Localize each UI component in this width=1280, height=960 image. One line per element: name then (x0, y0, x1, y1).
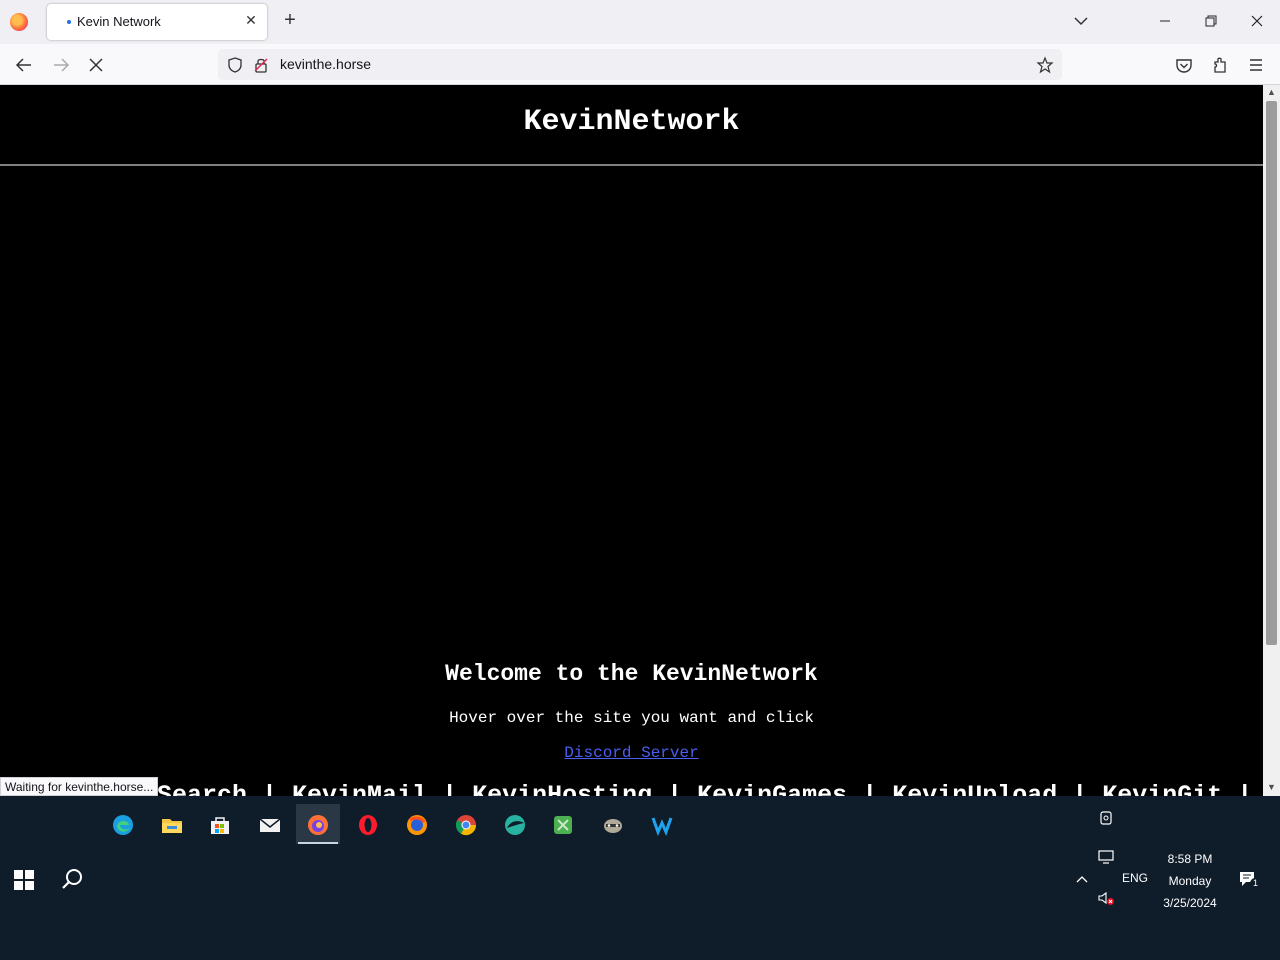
edge-icon (113, 815, 133, 835)
notification-count-badge: 1 (1250, 878, 1261, 889)
scroll-up-arrow-icon[interactable]: ▲ (1266, 87, 1277, 98)
meet-now-icon[interactable] (1097, 809, 1115, 827)
system-clock[interactable]: 8:58 PM Monday 3/25/2024 (1150, 848, 1230, 914)
taskbar-chrome[interactable] (444, 804, 488, 844)
tab-list-chevron-icon[interactable] (1072, 12, 1090, 30)
address-bar[interactable]: kevinthe.horse (218, 49, 1062, 80)
taskbar-waterfox[interactable] (640, 804, 684, 844)
web-page-content: KevinNetwork Welcome to the KevinNetwork… (0, 85, 1263, 796)
taskbar-raccoon-app[interactable] (591, 804, 635, 844)
taskbar-store[interactable] (198, 804, 242, 844)
menu-icon[interactable] (1245, 54, 1267, 76)
link-kevingit[interactable]: KevinGit (1102, 781, 1237, 796)
browser-icon (505, 815, 525, 835)
pocket-icon[interactable] (1173, 54, 1195, 76)
app-icon (554, 816, 572, 834)
show-hidden-icons-chevron-icon[interactable] (1073, 870, 1091, 888)
lock-icon[interactable] (252, 56, 270, 74)
forward-button[interactable] (50, 54, 72, 76)
restore-button[interactable] (1200, 10, 1222, 32)
back-button[interactable] (13, 54, 35, 76)
link-search[interactable]: Search (157, 781, 262, 796)
firefox-icon (407, 815, 427, 835)
link-kevinhosting[interactable]: KevinHosting (472, 781, 667, 796)
taskbar-firefox[interactable] (395, 804, 439, 844)
microsoft-store-icon (211, 817, 229, 834)
link-separator: | (1072, 781, 1103, 796)
status-tooltip: Waiting for kevinthe.horse... (0, 777, 159, 796)
stop-loading-button[interactable] (85, 54, 107, 76)
waterfox-icon (651, 817, 673, 836)
link-kevingames[interactable]: KevinGames (697, 781, 862, 796)
clock-time: 8:58 PM (1167, 852, 1213, 866)
language-indicator[interactable]: ENG (1122, 871, 1148, 885)
firefox-icon (308, 815, 328, 835)
link-separator: | (862, 781, 893, 796)
discord-server-link[interactable]: Discord Server (564, 744, 698, 762)
windows-taskbar: ENG 8:58 PM Monday 3/25/2024 1 (0, 796, 1280, 960)
close-tab-icon[interactable]: ✕ (243, 12, 259, 28)
mail-icon (259, 818, 281, 832)
taskbar-edge[interactable] (101, 804, 145, 844)
minimize-button[interactable] (1154, 10, 1176, 32)
clock-day: Monday (1168, 874, 1212, 888)
network-icon[interactable] (1097, 848, 1115, 866)
navigation-toolbar: kevinthe.horse (0, 44, 1280, 85)
site-title: KevinNetwork (523, 105, 740, 139)
taskbar-app[interactable] (541, 804, 585, 844)
clock-date: 3/25/2024 (1163, 896, 1217, 910)
taskbar-file-explorer[interactable] (150, 804, 194, 844)
chrome-icon (455, 815, 477, 836)
browser-titlebar: Kevin Network ✕ + (0, 0, 1280, 44)
volume-muted-icon[interactable] (1097, 889, 1115, 907)
taskbar-firefox-active[interactable] (296, 804, 340, 844)
tab-kevin-network[interactable]: Kevin Network ✕ (47, 4, 267, 40)
file-explorer-icon (162, 819, 182, 833)
link-separator: | (667, 781, 698, 796)
firefox-icon[interactable] (10, 13, 28, 31)
close-window-button[interactable] (1246, 10, 1268, 32)
bookmark-star-icon[interactable] (1036, 56, 1054, 74)
link-separator: | (262, 781, 293, 796)
url-text: kevinthe.horse (280, 56, 372, 72)
link-kevinupload[interactable]: KevinUpload (892, 781, 1072, 796)
extensions-icon[interactable] (1209, 54, 1231, 76)
action-center-button[interactable]: 1 (1238, 870, 1261, 890)
windows-start-icon[interactable] (14, 870, 34, 890)
opera-icon (359, 815, 377, 835)
site-header: KevinNetwork (0, 85, 1263, 166)
scrollbar-thumb[interactable] (1266, 101, 1277, 645)
link-separator: | (442, 781, 473, 796)
welcome-heading: Welcome to the KevinNetwork (445, 661, 818, 687)
scroll-down-arrow-icon[interactable]: ▼ (1266, 782, 1277, 793)
link-separator: | (1237, 781, 1253, 796)
taskbar-mail[interactable] (248, 804, 292, 844)
loading-dot (67, 20, 71, 24)
taskbar-opera[interactable] (346, 804, 390, 844)
raccoon-app-icon (604, 819, 622, 833)
search-icon[interactable] (60, 866, 86, 892)
instruction-text: Hover over the site you want and click (449, 709, 814, 727)
new-tab-button[interactable]: + (280, 10, 300, 31)
page-scrollbar[interactable]: ▲ ▼ (1263, 85, 1280, 796)
discord-link-container: Discord Server (0, 744, 1263, 762)
site-links-row: Search | KevinMail | KevinHosting | Kevi… (157, 781, 1252, 796)
taskbar-browser[interactable] (493, 804, 537, 844)
shield-icon[interactable] (226, 56, 244, 74)
tab-title: Kevin Network (77, 14, 161, 29)
link-kevinmail[interactable]: KevinMail (292, 781, 442, 796)
